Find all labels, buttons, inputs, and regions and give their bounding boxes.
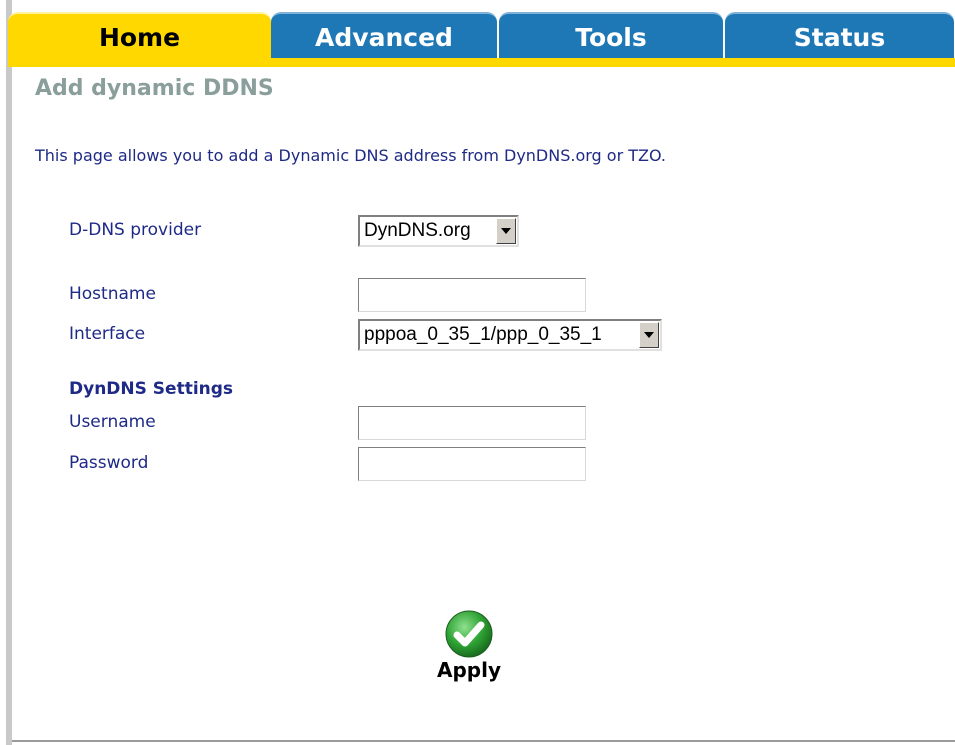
apply-label: Apply [436,658,501,682]
tab-advanced[interactable]: Advanced [271,12,497,60]
password-input[interactable] [358,447,586,481]
dyndns-settings-heading: DynDNS Settings [69,379,234,399]
provider-label: D-DNS provider [69,220,202,240]
interface-select[interactable]: pppoa_0_35_1/ppp_0_35_1 [358,319,662,351]
username-input[interactable] [358,406,586,440]
provider-selected-value: DynDNS.org [364,220,471,241]
interface-selected-value: pppoa_0_35_1/ppp_0_35_1 [364,324,602,345]
username-label: Username [69,412,156,432]
interface-label: Interface [69,324,146,344]
provider-select[interactable]: DynDNS.org [358,215,519,247]
checkmark-icon [445,610,493,658]
hostname-label: Hostname [69,284,156,304]
tab-home[interactable]: Home [8,12,271,60]
tab-tools[interactable]: Tools [499,12,723,60]
page-description: This page allows you to add a Dynamic DN… [35,146,666,165]
tab-status[interactable]: Status [725,12,954,60]
main-nav: Home Advanced Tools Status [8,12,955,64]
chevron-down-icon[interactable] [496,218,516,244]
chevron-down-icon[interactable] [639,322,659,348]
tab-underline [8,58,955,67]
hostname-input[interactable] [358,278,586,312]
bottom-divider [12,740,955,742]
password-label: Password [69,453,149,473]
page-title: Add dynamic DDNS [35,76,274,101]
apply-button[interactable]: Apply [436,608,502,688]
